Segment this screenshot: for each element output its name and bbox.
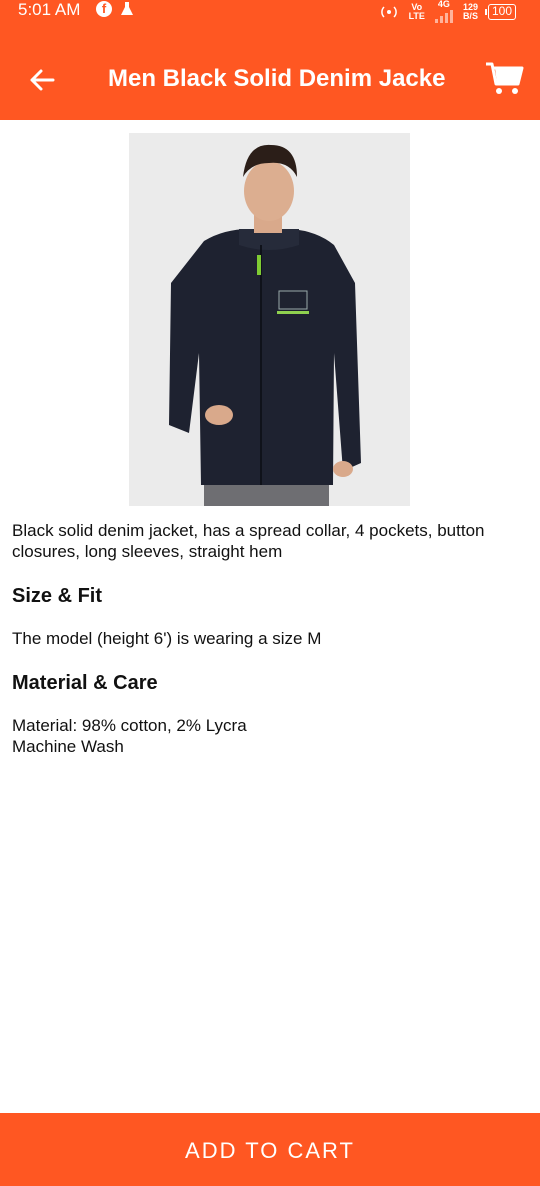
signal-icon — [434, 9, 453, 23]
care-text: Machine Wash — [12, 737, 124, 756]
top-bar: 5:01 AM f Vo LTE 4G 129 B/S 100 Men Blac… — [0, 0, 540, 120]
material-text: Material: 98% cotton, 2% Lycra — [12, 716, 247, 735]
volte-indicator: Vo LTE — [408, 1, 425, 21]
add-to-cart-button[interactable]: ADD TO CART — [0, 1113, 540, 1186]
network-speed: 129 B/S — [462, 1, 478, 21]
app-bar: Men Black Solid Denim Jacke — [0, 40, 540, 120]
size-fit-text: The model (height 6') is wearing a size … — [12, 629, 322, 648]
facebook-icon: f — [96, 1, 112, 17]
status-icons: Vo LTE 4G 129 B/S 100 — [379, 0, 516, 23]
model-photo — [129, 133, 410, 506]
cart-icon — [486, 62, 524, 94]
material-care-heading: Material & Care — [12, 672, 158, 694]
flask-icon — [121, 2, 133, 15]
page-title: Men Black Solid Denim Jacke — [108, 65, 446, 92]
cart-button[interactable] — [484, 58, 524, 98]
product-description: Black solid denim jacket, has a spread c… — [12, 521, 485, 561]
size-fit-heading: Size & Fit — [12, 585, 103, 607]
status-time: 5:01 AM — [18, 0, 81, 19]
product-detail-screen: 5:01 AM f Vo LTE 4G 129 B/S 100 Men Blac… — [0, 0, 540, 1186]
product-image[interactable] — [129, 133, 410, 506]
back-button[interactable] — [22, 60, 62, 100]
status-bar: 5:01 AM f Vo LTE 4G 129 B/S 100 — [0, 0, 540, 23]
product-details: Black solid denim jacket, has a spread c… — [12, 520, 528, 757]
network-type: 4G — [437, 0, 450, 9]
hotspot-icon — [380, 5, 397, 18]
back-arrow-icon — [30, 69, 55, 91]
battery-icon: 100 — [484, 3, 516, 20]
